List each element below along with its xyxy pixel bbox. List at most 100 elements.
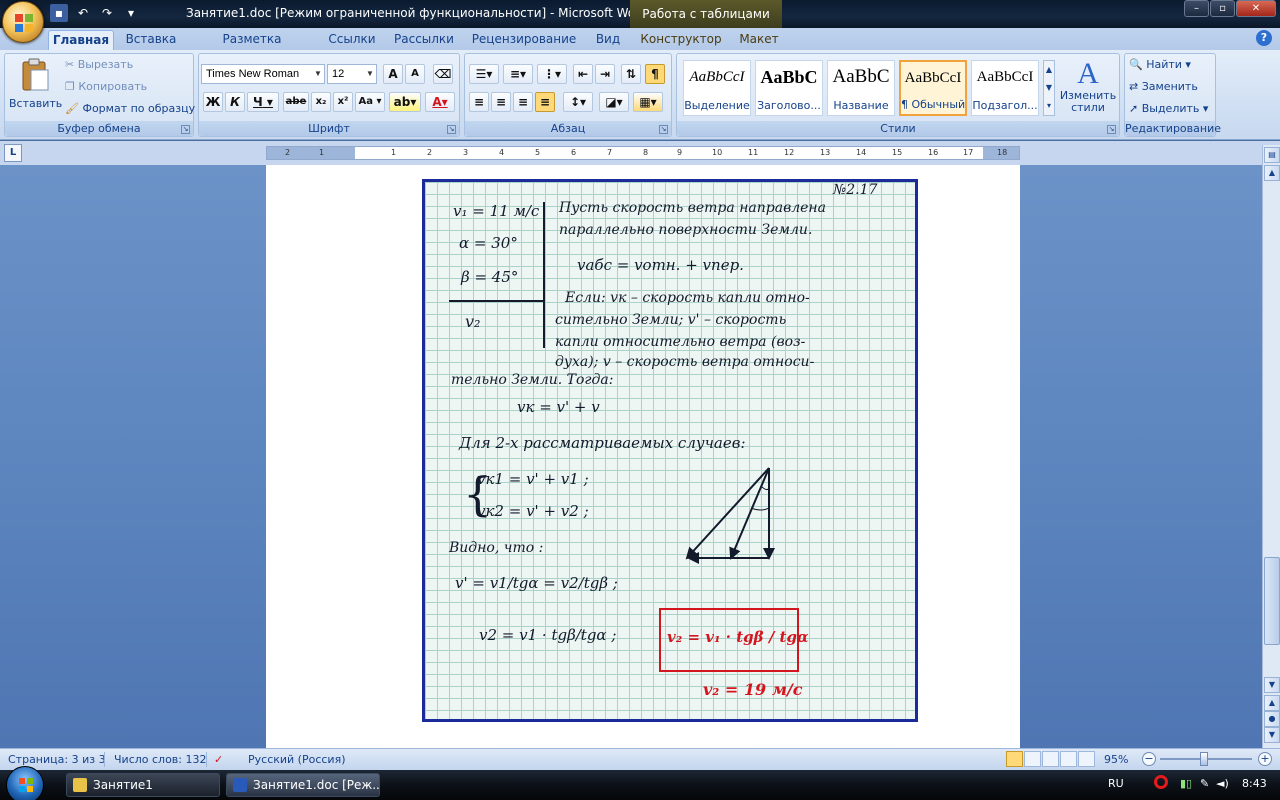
style-heading[interactable]: AaBbC Заголово... (755, 60, 823, 116)
line-spacing-icon[interactable]: ↕▾ (563, 92, 593, 112)
font-color-icon[interactable]: A▾ (425, 92, 455, 112)
tab-page-layout[interactable]: Разметка страницы (192, 30, 312, 64)
select-browse-object-icon[interactable]: ● (1264, 711, 1280, 727)
print-layout-view-icon[interactable] (1006, 751, 1023, 767)
zoom-level[interactable]: 95% (1104, 753, 1128, 766)
bold-button[interactable]: Ж (203, 92, 223, 112)
page-count[interactable]: Страница: 3 из 3 (8, 753, 106, 766)
show-marks-icon[interactable]: ¶ (645, 64, 665, 84)
maximize-button[interactable]: ▫ (1210, 0, 1235, 17)
copy-button[interactable]: ❐ Копировать (65, 80, 147, 93)
customize-qat-icon[interactable]: ▾ (122, 4, 140, 22)
replace-button[interactable]: ⇄ Заменить (1129, 80, 1198, 93)
system-brace: { (463, 467, 493, 521)
tab-mailings[interactable]: Рассылки (392, 30, 456, 50)
language-indicator[interactable]: Русский (Россия) (248, 753, 346, 766)
select-button[interactable]: ➚ Выделить ▾ (1129, 102, 1208, 115)
tab-insert[interactable]: Вставка (120, 30, 182, 50)
style-title[interactable]: AaBbC Название (827, 60, 895, 116)
styles-launcher-icon[interactable]: ↘ (1107, 125, 1116, 134)
document-page[interactable]: №2.17 v₁ = 11 м/с α = 30° β = 45° v₂ Пус… (266, 165, 1020, 748)
word-count[interactable]: Число слов: 132 (114, 753, 207, 766)
network-icon[interactable]: ▮▯ (1180, 777, 1192, 790)
bullets-icon[interactable]: ☰▾ (469, 64, 499, 84)
tab-references[interactable]: Ссылки (322, 30, 382, 50)
scroll-down-icon[interactable]: ▼ (1264, 677, 1280, 693)
justify-icon[interactable]: ≡ (535, 92, 555, 112)
strikethrough-button[interactable]: abe (283, 92, 309, 112)
tab-selector-button[interactable]: L (4, 144, 22, 162)
align-left-icon[interactable]: ≡ (469, 92, 489, 112)
style-emphasis[interactable]: AaBbCcI Выделение (683, 60, 751, 116)
decrease-indent-icon[interactable]: ⇤ (573, 64, 593, 84)
font-name-value: Times New Roman (206, 68, 300, 80)
italic-button[interactable]: К (225, 92, 245, 112)
start-button[interactable] (6, 766, 44, 800)
antivirus-icon[interactable] (1154, 775, 1168, 789)
change-styles-button[interactable]: A Изменить стили (1059, 58, 1117, 114)
draft-view-icon[interactable] (1078, 751, 1095, 767)
office-button[interactable] (2, 1, 44, 43)
scroll-thumb[interactable] (1264, 557, 1280, 645)
borders-icon[interactable]: ▦▾ (633, 92, 663, 112)
full-screen-view-icon[interactable] (1024, 751, 1041, 767)
tab-layout[interactable]: Макет (734, 30, 784, 50)
tab-view[interactable]: Вид (590, 30, 626, 50)
font-name-combo[interactable]: Times New Roman ▼ (201, 64, 325, 84)
taskbar-item-folder[interactable]: Занятие1 (66, 773, 220, 797)
font-launcher-icon[interactable]: ↘ (447, 125, 456, 134)
paragraph-launcher-icon[interactable]: ↘ (659, 125, 668, 134)
clock[interactable]: 8:43 (1242, 777, 1267, 790)
numbering-icon[interactable]: ≡▾ (503, 64, 533, 84)
horizontal-ruler[interactable]: 2 1 1 2 3 4 5 6 7 8 9 10 11 12 13 14 15 … (266, 146, 1020, 160)
redo-icon[interactable]: ↷ (98, 4, 116, 22)
save-icon[interactable]: ▪ (50, 4, 68, 22)
ruler-view-icon[interactable]: ▤ (1264, 147, 1280, 163)
clipboard-launcher-icon[interactable]: ↘ (181, 125, 190, 134)
align-center-icon[interactable]: ≡ (491, 92, 511, 112)
shading-icon[interactable]: ◪▾ (599, 92, 629, 112)
ruler-number: 10 (712, 148, 723, 157)
taskbar-item-word[interactable]: Занятие1.doc [Реж... (226, 773, 380, 797)
shrink-font-button[interactable]: A (405, 64, 425, 84)
grow-font-button[interactable]: A (383, 64, 403, 84)
keyboard-language[interactable]: RU (1108, 777, 1124, 790)
clear-formatting-icon[interactable]: ⌫ (433, 64, 453, 84)
highlight-color-icon[interactable]: ab▾ (389, 92, 421, 112)
zoom-in-icon[interactable]: + (1258, 752, 1272, 766)
zoom-slider-thumb[interactable] (1200, 752, 1208, 766)
underline-button[interactable]: Ч ▾ (247, 92, 279, 112)
zoom-out-icon[interactable]: − (1142, 752, 1156, 766)
format-painter-button[interactable]: 🖌 Формат по образцу (65, 102, 195, 115)
subscript-button[interactable]: x₂ (311, 92, 331, 112)
superscript-button[interactable]: x² (333, 92, 353, 112)
undo-icon[interactable]: ↶ (74, 4, 92, 22)
proofing-icon[interactable]: ✓ (214, 753, 223, 766)
change-case-button[interactable]: Aa ▾ (355, 92, 385, 112)
outline-view-icon[interactable] (1060, 751, 1077, 767)
font-size-combo[interactable]: 12 ▼ (327, 64, 377, 84)
safely-remove-icon[interactable]: ✎ (1200, 777, 1209, 790)
volume-icon[interactable]: ◄) (1216, 777, 1229, 790)
vertical-scrollbar[interactable]: ▤ ▲ ▼ ▲ ● ▼ (1262, 145, 1280, 748)
scroll-up-icon[interactable]: ▲ (1264, 165, 1280, 181)
tab-design[interactable]: Конструктор (640, 30, 722, 50)
multilevel-list-icon[interactable]: ⋮▾ (537, 64, 567, 84)
paste-button[interactable]: Вставить (9, 56, 62, 120)
align-right-icon[interactable]: ≡ (513, 92, 533, 112)
cut-button[interactable]: ✂ Вырезать (65, 58, 133, 71)
web-layout-view-icon[interactable] (1042, 751, 1059, 767)
tab-home[interactable]: Главная (48, 30, 114, 50)
style-normal[interactable]: AaBbCcI ¶ Обычный (899, 60, 967, 116)
styles-scroll[interactable]: ▲ ▼ ▾ (1043, 60, 1055, 116)
find-button[interactable]: 🔍 Найти ▾ (1129, 58, 1191, 71)
close-button[interactable]: ✕ (1236, 0, 1276, 17)
sort-icon[interactable]: ⇅ (621, 64, 641, 84)
style-subtitle[interactable]: AaBbCcI Подзагол... (971, 60, 1039, 116)
minimize-button[interactable]: – (1184, 0, 1209, 17)
tab-review[interactable]: Рецензирование (468, 30, 580, 50)
previous-page-icon[interactable]: ▲ (1264, 695, 1280, 711)
increase-indent-icon[interactable]: ⇥ (595, 64, 615, 84)
next-page-icon[interactable]: ▼ (1264, 727, 1280, 743)
help-icon[interactable]: ? (1256, 30, 1272, 46)
